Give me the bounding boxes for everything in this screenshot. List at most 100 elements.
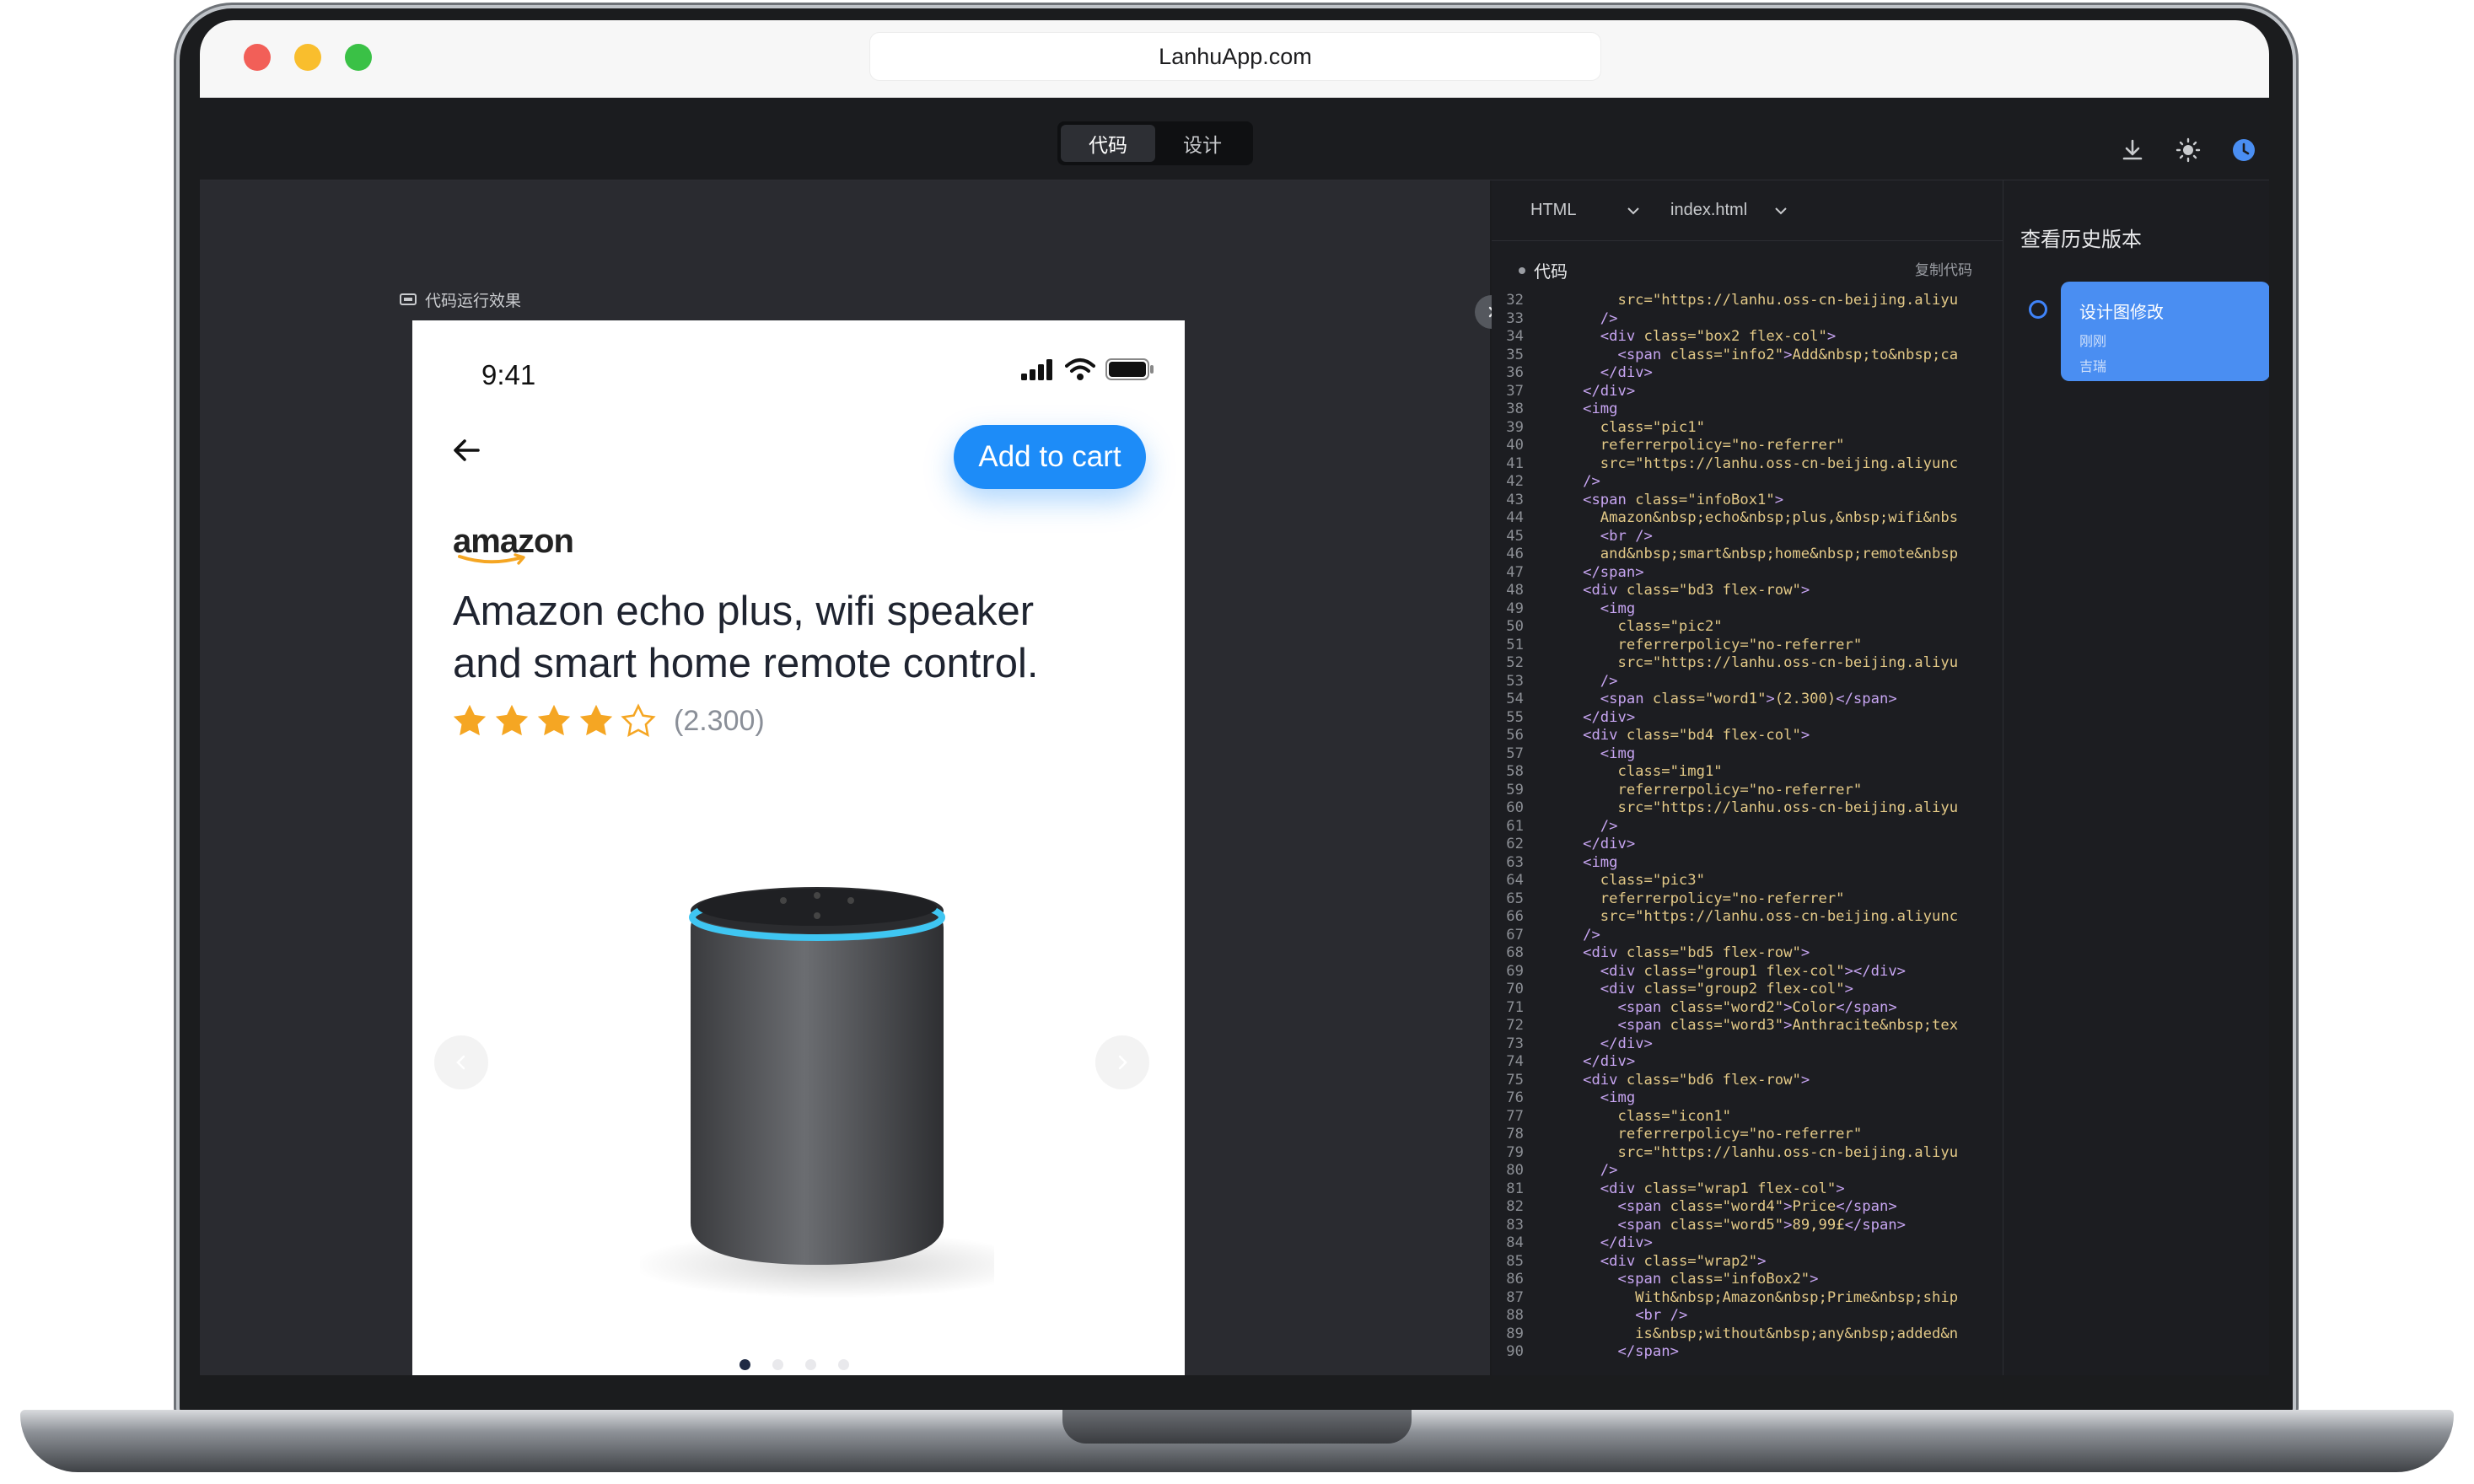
line-number: 51: [1506, 636, 1524, 653]
history-entry-title: 设计图修改: [2079, 304, 2164, 322]
maximize-window-button[interactable]: [345, 44, 372, 71]
status-icons: [1021, 358, 1154, 381]
code-line: 56 <div class="bd4 flex-col">: [1492, 727, 2003, 745]
code-text: <div class="wrap2">: [1600, 1252, 1767, 1270]
code-text: class="pic2": [1530, 618, 1723, 635]
browser-titlebar: LanhuApp.com: [200, 20, 2269, 98]
line-number: 86: [1506, 1271, 1524, 1288]
line-number: 41: [1506, 454, 1524, 472]
language-select-value: HTML: [1530, 201, 1577, 219]
line-number: 83: [1506, 1216, 1524, 1234]
line-number: 63: [1506, 853, 1524, 871]
history-clock-icon[interactable]: [2230, 137, 2257, 164]
line-number: 68: [1506, 944, 1524, 961]
code-line: 32 src="https://lanhu.oss-cn-beijing.ali…: [1492, 292, 2003, 310]
tab-code[interactable]: 代码: [1061, 125, 1155, 162]
code-text: <img: [1583, 853, 1618, 871]
code-line: 48 <div class="bd3 flex-row">: [1492, 582, 2003, 600]
back-arrow-icon[interactable]: [449, 433, 483, 467]
code-line: 37 </div>: [1492, 383, 2003, 401]
app-topbar: 代码 设计: [200, 98, 2269, 180]
code-text: class="img1": [1530, 763, 1723, 780]
code-line: 70 <div class="group2 flex-col">: [1492, 981, 2003, 999]
line-number: 69: [1506, 962, 1524, 980]
line-number: 39: [1506, 418, 1524, 436]
line-number: 61: [1506, 817, 1524, 835]
language-select[interactable]: HTML: [1530, 201, 1640, 220]
add-to-cart-button[interactable]: Add to cart: [954, 425, 1146, 489]
code-line: 38 <img: [1492, 401, 2003, 419]
code-text: <img: [1600, 745, 1636, 762]
code-line: 65 referrerpolicy="no-referrer": [1492, 890, 2003, 909]
code-line: 49 <img: [1492, 600, 2003, 619]
code-text: />: [1583, 926, 1600, 944]
line-number: 33: [1506, 309, 1524, 327]
code-text: />: [1600, 309, 1618, 327]
code-text: <span class="word4">Price</span>: [1617, 1198, 1897, 1215]
line-number: 44: [1506, 509, 1524, 526]
close-window-button[interactable]: [244, 44, 271, 71]
line-number: 65: [1506, 890, 1524, 907]
address-bar[interactable]: LanhuApp.com: [869, 32, 1601, 81]
code-line: 63 <img: [1492, 854, 2003, 873]
line-number: 42: [1506, 473, 1524, 490]
code-text: src="https://lanhu.oss-cn-beijing.aliyu: [1530, 799, 1959, 816]
code-line: 73 </div>: [1492, 1035, 2003, 1054]
code-line: 74 </div>: [1492, 1053, 2003, 1072]
code-line: 83 <span class="word5">89,99£</span>: [1492, 1217, 2003, 1235]
code-text: <div class="group1 flex-col"></div>: [1600, 962, 1907, 980]
star-outline-icon: [621, 703, 656, 737]
code-text: />: [1600, 1162, 1618, 1179]
line-number: 56: [1506, 727, 1524, 744]
phone-preview: 9:41 Add to cart amazon Amazon echo plus…: [412, 320, 1185, 1375]
code-line: 64 class="pic3": [1492, 872, 2003, 890]
line-number: 58: [1506, 763, 1524, 780]
line-number: 54: [1506, 691, 1524, 707]
pagination-dot[interactable]: [838, 1359, 849, 1370]
line-number: 89: [1506, 1325, 1524, 1342]
monitor-icon: [400, 293, 417, 305]
line-number: 49: [1506, 600, 1524, 617]
code-line: 53 />: [1492, 673, 2003, 691]
brightness-icon[interactable]: [2175, 137, 2202, 164]
line-number: 76: [1506, 1089, 1524, 1106]
line-number: 47: [1506, 563, 1524, 581]
code-text: </div>: [1583, 382, 1636, 400]
download-icon[interactable]: [2119, 137, 2146, 164]
copy-code-button[interactable]: 复制代码: [1915, 258, 1972, 279]
tab-design[interactable]: 设计: [1155, 125, 1250, 162]
code-text: />: [1600, 672, 1618, 690]
star-filled-icon: [495, 704, 529, 736]
line-number: 46: [1506, 546, 1524, 562]
line-number: 70: [1506, 981, 1524, 997]
line-number: 87: [1506, 1288, 1524, 1306]
pagination-dot-active[interactable]: [740, 1359, 750, 1370]
code-line: 69 <div class="group1 flex-col"></div>: [1492, 963, 2003, 981]
code-text: <span class="info2">Add&nbsp;to&nbsp;ca: [1617, 346, 1959, 363]
code-section-label: 代码: [1519, 258, 1568, 282]
pagination-dot[interactable]: [772, 1359, 783, 1370]
bullet-icon: [1519, 266, 1525, 274]
line-number: 52: [1506, 654, 1524, 671]
file-select[interactable]: index.html: [1670, 201, 1788, 220]
code-line: 52 src="https://lanhu.oss-cn-beijing.ali…: [1492, 654, 2003, 673]
carousel-next-button[interactable]: [1095, 1035, 1149, 1089]
code-line: 45 <br />: [1492, 528, 2003, 546]
code-text: Amazon&nbsp;echo&nbsp;plus,&nbsp;wifi&nb…: [1530, 509, 1959, 526]
line-number: 88: [1506, 1307, 1524, 1324]
line-number: 71: [1506, 998, 1524, 1016]
minimize-window-button[interactable]: [294, 44, 321, 71]
code-line: 39 class="pic1": [1492, 419, 2003, 438]
brand-logo: amazon: [453, 523, 574, 565]
code-line: 46 and&nbsp;smart&nbsp;home&nbsp;remote&…: [1492, 546, 2003, 564]
pagination-dot[interactable]: [805, 1359, 816, 1370]
code-text: </span>: [1617, 1343, 1679, 1360]
history-radio[interactable]: [2029, 300, 2047, 319]
code-text: <img: [1600, 600, 1636, 617]
code-editor[interactable]: 32 src="https://lanhu.oss-cn-beijing.ali…: [1492, 292, 2003, 1375]
carousel-prev-button[interactable]: [434, 1035, 488, 1089]
code-line: 84 </div>: [1492, 1234, 2003, 1253]
history-panel: 查看历史版本 设计图修改 刚刚 吉瑞: [2003, 180, 2269, 1375]
code-line: 78 referrerpolicy="no-referrer": [1492, 1126, 2003, 1144]
history-entry-card[interactable]: 设计图修改 刚刚 吉瑞: [2061, 282, 2269, 381]
